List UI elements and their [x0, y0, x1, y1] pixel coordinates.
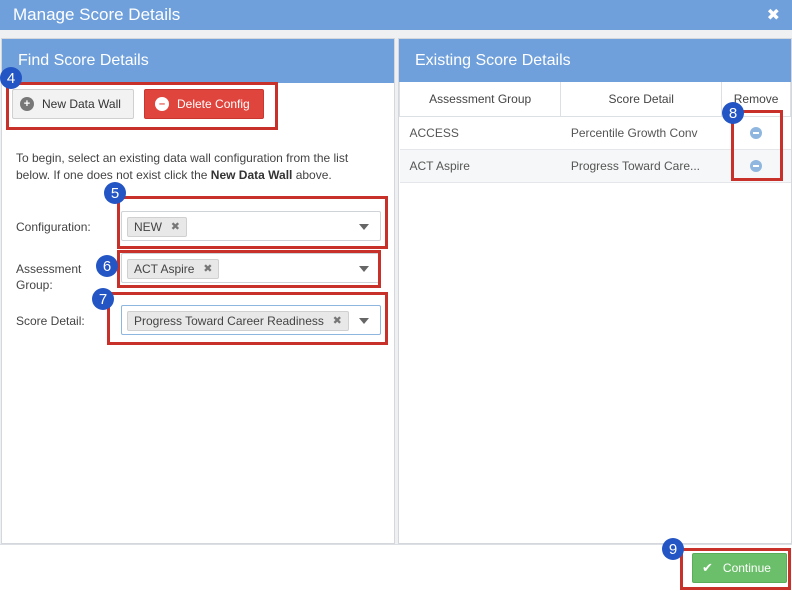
- assessment-group-cell: ACCESS: [399, 116, 561, 150]
- highlight-box-4: [6, 82, 278, 130]
- dialog-title: Manage Score Details: [13, 5, 181, 24]
- find-score-details-title: Find Score Details: [18, 52, 149, 69]
- dialog-titlebar: Manage Score Details ✖: [0, 0, 792, 30]
- column-header[interactable]: Score Detail: [560, 82, 723, 117]
- step-badge-7: 7: [92, 288, 114, 310]
- highlight-box-6: [117, 250, 381, 288]
- score-detail-label: Score Detail:: [16, 314, 85, 328]
- configuration-label: Configuration:: [16, 220, 91, 234]
- close-icon[interactable]: ✖: [767, 5, 780, 25]
- step-badge-8: 8: [722, 102, 744, 124]
- find-score-details-header: Find Score Details: [2, 39, 394, 83]
- highlight-box-5: [117, 196, 388, 249]
- score-detail-cell: Percentile Growth Conv: [560, 116, 722, 150]
- highlight-box-9: [680, 548, 791, 590]
- intro-text-part-2: above.: [292, 168, 332, 182]
- step-badge-6: 6: [96, 255, 118, 277]
- intro-text: To begin, select an existing data wall c…: [16, 150, 376, 184]
- existing-score-details-title: Existing Score Details: [415, 52, 571, 69]
- assessment-group-label: Assessment Group:: [16, 262, 82, 292]
- score-detail-cell: Progress Toward Care...: [560, 149, 722, 183]
- existing-score-details-header: Existing Score Details: [399, 39, 791, 83]
- assessment-group-cell: ACT Aspire: [399, 149, 561, 183]
- step-badge-4: 4: [0, 67, 22, 89]
- step-badge-9: 9: [662, 538, 684, 560]
- highlight-box-7: [107, 292, 388, 345]
- step-badge-5: 5: [104, 182, 126, 204]
- column-header[interactable]: Assessment Group: [398, 82, 562, 117]
- intro-text-bold: New Data Wall: [210, 168, 293, 182]
